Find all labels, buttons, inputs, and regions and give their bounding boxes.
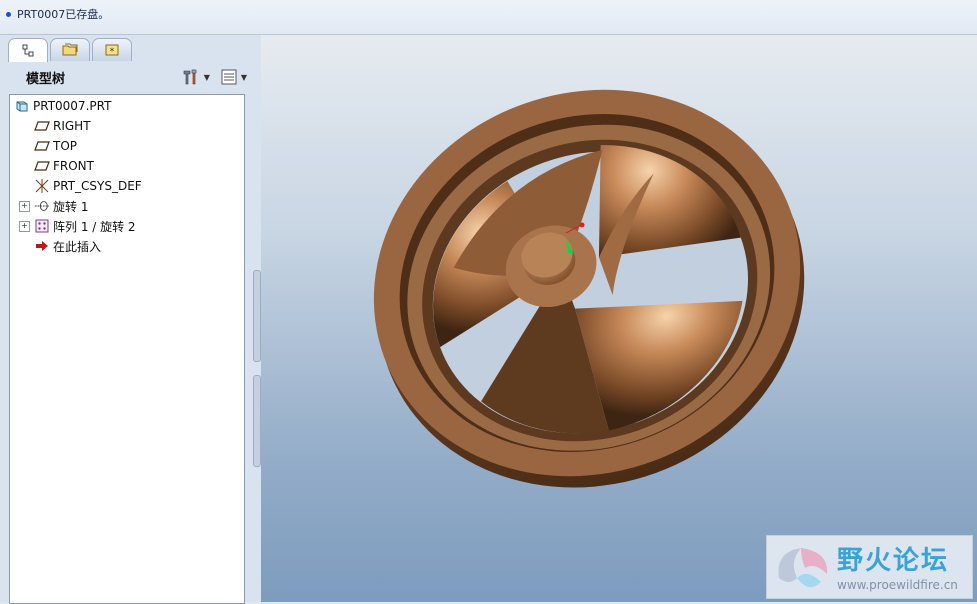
tab-model-tree[interactable] [8,38,48,62]
part-model[interactable] [261,35,977,602]
tree-item-label: 旋转 1 [53,199,89,214]
tree-item-csys[interactable]: PRT_CSYS_DEF [34,176,142,196]
datum-plane-icon [34,158,50,174]
tab-favorites[interactable]: * [92,38,132,61]
csys-icon [34,178,50,194]
graphics-window[interactable]: 野火论坛 www.proewildfire.cn [261,35,977,602]
datum-plane-icon [34,138,50,154]
tools-icon [183,69,196,85]
expander-revolve[interactable]: + [19,201,30,212]
svg-text:*: * [110,47,115,57]
tree-item-label: FRONT [53,159,94,173]
tab-folder-browser[interactable] [50,38,90,61]
tree-item-label: RIGHT [53,119,91,133]
navigator-panel: * 模型树 ▼ ▼ PRT0007.PRT RIGHT TOP FRONT PR… [0,35,261,604]
part-icon [14,98,30,114]
watermark-url: www.proewildfire.cn [837,578,958,592]
tree-item-revolve-1[interactable]: 旋转 1 [34,196,88,216]
panel-header: 模型树 ▼ ▼ [6,62,253,92]
insert-here-arrow-icon [34,238,50,254]
tree-root[interactable]: PRT0007.PRT [14,96,111,116]
tree-item-label: 在此插入 [53,239,102,254]
panel-splitter[interactable] [252,270,261,467]
model-tree: PRT0007.PRT RIGHT TOP FRONT PRT_CSYS_DEF… [9,94,245,604]
settings-dropdown-button[interactable]: ▼ [181,68,210,86]
bullet-icon [6,11,11,17]
header-tools: ▼ ▼ [181,68,247,86]
tree-item-label: TOP [53,139,78,153]
tree-item-right[interactable]: RIGHT [34,116,91,136]
part-geometry [373,89,805,488]
tree-item-front[interactable]: FRONT [34,156,94,176]
show-dropdown-button[interactable]: ▼ [220,68,247,86]
message-area: PRT0007已存盘。 [0,0,977,35]
revolve-icon [34,198,50,214]
splitter-handle-lower[interactable] [253,375,261,467]
watermark-title: 野火论坛 [837,546,950,576]
watermark-logo-icon [778,548,828,588]
datum-plane-icon [34,118,50,134]
chevron-down-icon: ▼ [240,72,247,82]
tree-item-top[interactable]: TOP [34,136,77,156]
message-text: PRT0007已存盘。 [17,8,110,21]
tree-item-label: PRT_CSYS_DEF [53,179,142,193]
panel-title: 模型树 [26,71,66,87]
tree-item-pattern-1[interactable]: 阵列 1 / 旋转 2 [34,216,136,236]
favorites-icon: * [105,44,119,57]
model-tree-icon [22,44,34,56]
watermark: 野火论坛 www.proewildfire.cn [766,535,973,599]
navigator-tabs: * [8,38,132,62]
pattern-icon [34,218,50,234]
tree-item-label: 阵列 1 / 旋转 2 [53,219,136,234]
expander-pattern[interactable]: + [19,221,30,232]
folder-browser-icon [62,43,78,56]
splitter-handle-upper[interactable] [253,270,261,362]
message-line: PRT0007已存盘。 [6,6,109,22]
tree-root-label: PRT0007.PRT [33,99,112,113]
chevron-down-icon: ▼ [203,72,210,82]
show-list-icon [221,69,237,85]
tree-item-insert-here[interactable]: 在此插入 [34,236,101,256]
